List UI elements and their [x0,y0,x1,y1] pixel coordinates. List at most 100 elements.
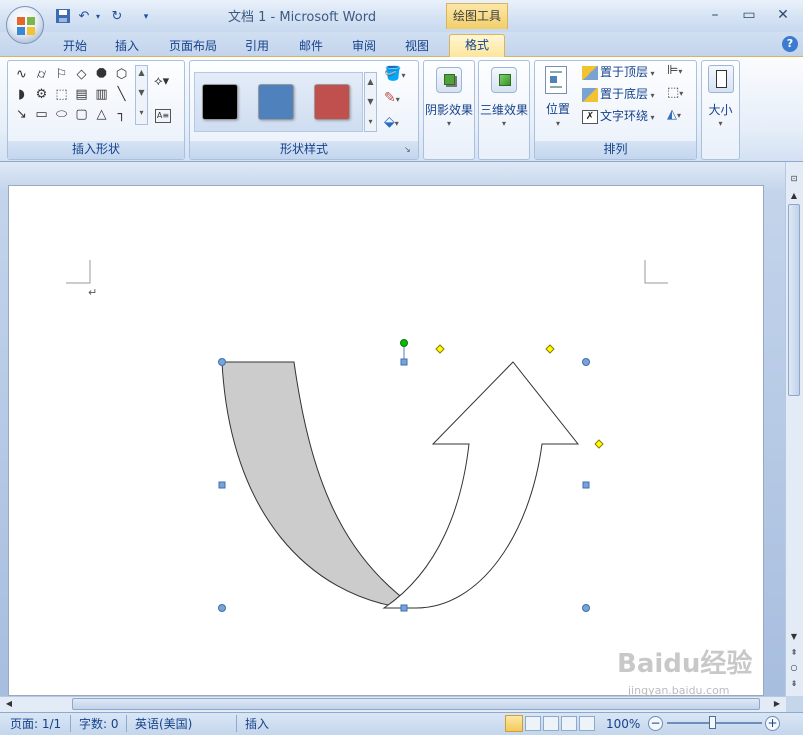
diamond-shape-icon[interactable]: ◇ [73,66,90,83]
style-swatch-blue[interactable] [258,84,294,120]
print-layout-view-icon[interactable] [505,715,523,732]
text-wrap-button[interactable]: ✗ 文字环绕 ▾ [582,107,662,125]
cylinder-shape-icon[interactable]: ⌭ [33,66,50,83]
style-swatch-black[interactable] [202,84,238,120]
status-page[interactable]: 页面: 1/1 [10,716,61,732]
delay-shape-icon[interactable]: ◗ [13,86,30,103]
status-language[interactable]: 英语(美国) [135,716,192,732]
triangle-shape-icon[interactable]: △ [93,106,110,123]
shape-fill-icon[interactable]: 🪣▾ [384,66,414,84]
rotate-icon[interactable]: ◭▾ [667,107,691,125]
draft-view-icon[interactable] [579,716,595,731]
full-screen-reading-view-icon[interactable] [525,716,541,731]
outline-view-icon[interactable] [561,716,577,731]
shape-styles-launcher-icon[interactable]: ↘ [404,145,414,155]
gallery-down-icon[interactable]: ▼ [136,88,147,97]
curve-shape-icon[interactable]: ∿ [13,66,30,83]
minimize-button[interactable]: – [703,6,727,24]
resize-handle-bottom-left[interactable] [218,604,226,612]
shape-outline-icon[interactable]: ✎▾ [384,90,414,108]
resize-handle-bottom[interactable] [400,604,408,612]
octagon-shape-icon[interactable]: ⯃ [93,66,110,83]
elbow-connector-shape-icon[interactable]: ┐ [113,106,130,123]
cube-shape-icon[interactable]: ⬚ [53,86,70,103]
style-down-icon[interactable]: ▼ [365,97,376,106]
shape-gallery-scroll[interactable]: ▲ ▼ ▾ [135,65,148,125]
line-shape-icon[interactable]: ╲ [113,86,130,103]
draw-textbox-icon[interactable]: A≡ [155,109,171,123]
maximize-button[interactable]: ▭ [737,6,761,24]
style-swatch-red[interactable] [314,84,350,120]
office-button[interactable] [6,6,44,44]
save-icon[interactable] [54,8,72,26]
resize-handle-bottom-right[interactable] [582,604,590,612]
undo-icon[interactable]: ↶ [76,8,92,26]
zoom-slider-thumb[interactable] [709,716,716,729]
shape-gallery[interactable]: ∿ ⌭ ⚐ ◇ ⯃ ⬡ ◗ ⚙ ⬚ ▤ ▥ ╲ ↘ ▭ ⬭ ▢ △ ┐ [12,65,134,125]
previous-page-icon[interactable]: ⇞ [787,646,801,660]
horizontal-scroll-thumb[interactable] [72,698,760,710]
tab-view[interactable]: 视图 [396,36,438,56]
gear-shape-icon[interactable]: ⚙ [33,86,50,103]
ruler-toggle-icon[interactable]: ⊡ [787,172,801,186]
resize-handle-left[interactable] [218,481,226,489]
arrow-line-shape-icon[interactable]: ↘ [13,106,30,123]
adjust-handle-3[interactable] [594,439,604,449]
group-objects-icon[interactable]: ⬚▾ [667,85,691,103]
vertical-scroll-thumb[interactable] [788,204,800,396]
send-to-back-button[interactable]: 置于底层 ▾ [582,85,662,103]
web-layout-view-icon[interactable] [543,716,559,731]
group-size[interactable]: 大小 ▾ [701,60,740,160]
next-page-icon[interactable]: ⇟ [787,677,801,691]
rounded-rect-shape-icon[interactable]: ▢ [73,106,90,123]
edit-shape-icon[interactable]: ⟡▾ [154,74,180,94]
bring-to-front-button[interactable]: 置于顶层 ▾ [582,63,662,81]
resize-handle-top[interactable] [400,358,408,366]
scroll-right-icon[interactable]: ▶ [770,697,784,711]
uturn-arrow-shape[interactable] [200,335,620,625]
oval-shape-icon[interactable]: ⬭ [53,106,70,123]
arrow-front-body[interactable] [382,361,580,609]
redo-icon[interactable]: ↻ [108,8,126,26]
adjust-handle-2[interactable] [545,344,555,354]
position-button[interactable]: 位置 ▾ [540,64,576,132]
group-3d-effects[interactable]: 三维效果 ▾ [478,60,530,160]
tab-insert[interactable]: 插入 [106,36,148,56]
textbox-shape-icon[interactable]: ▤ [73,86,90,103]
change-shape-icon[interactable]: ⬙▾ [384,114,414,132]
scroll-down-icon[interactable]: ▼ [787,630,801,644]
gallery-more-icon[interactable]: ▾ [136,108,147,117]
tab-references[interactable]: 引用 [236,36,278,56]
resize-handle-top-right[interactable] [582,358,590,366]
select-browse-object-icon[interactable]: ○ [787,661,801,675]
adjust-handle-1[interactable] [435,344,445,354]
ribbon-shape-icon[interactable]: ⚐ [53,66,70,83]
tab-home[interactable]: 开始 [54,36,96,56]
rotation-handle[interactable] [400,339,408,347]
zoom-level[interactable]: 100% [606,716,640,732]
arrow-back-band[interactable] [221,361,418,609]
style-gallery-scroll[interactable]: ▲ ▼ ▾ [364,72,377,132]
tab-page-layout[interactable]: 页面布局 [162,36,224,56]
undo-dropdown-icon[interactable]: ▾ [93,8,103,26]
style-up-icon[interactable]: ▲ [365,77,376,86]
tab-format[interactable]: 格式 [449,34,505,57]
customize-qat-icon[interactable]: ▾ [140,8,152,26]
help-button[interactable]: ? [782,36,798,52]
zoom-in-button[interactable]: + [765,716,780,731]
rectangle-shape-icon[interactable]: ▭ [33,106,50,123]
gallery-up-icon[interactable]: ▲ [136,68,147,77]
scroll-up-icon[interactable]: ▲ [787,189,801,203]
zoom-out-button[interactable]: − [648,716,663,731]
status-word-count[interactable]: 字数: 0 [79,716,119,732]
align-icon[interactable]: ⊫▾ [667,63,691,81]
hexagon-shape-icon[interactable]: ⬡ [113,66,130,83]
tab-review[interactable]: 审阅 [343,36,385,56]
vertical-textbox-shape-icon[interactable]: ▥ [93,86,110,103]
group-shadow-effects[interactable]: 阴影效果 ▾ [423,60,475,160]
resize-handle-top-left[interactable] [218,358,226,366]
style-more-icon[interactable]: ▾ [365,117,376,126]
close-button[interactable]: ✕ [771,6,795,24]
resize-handle-right[interactable] [582,481,590,489]
status-insert-mode[interactable]: 插入 [245,716,269,732]
